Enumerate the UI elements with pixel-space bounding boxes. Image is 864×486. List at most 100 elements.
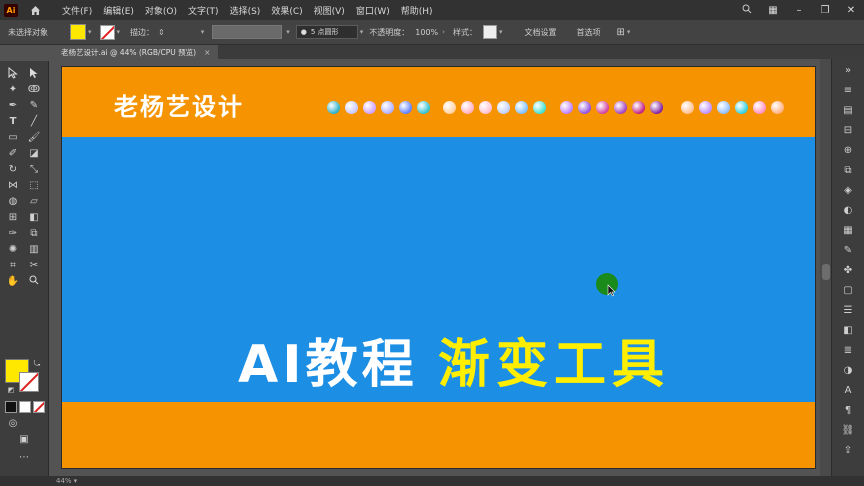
more-tools-icon[interactable]: ⋯ [17,451,31,465]
tools-panel: ✦ ↂ ✒ ✎ T ╱ ▭ 🖌 ✐ ◪ ↻ ⤡ ⋈ ⬚ ◍ ▱ ⊞ ◧ ✑ ⧉ … [0,61,49,476]
perspective-grid-icon[interactable]: ▱ [27,195,41,209]
restore-icon[interactable]: ❐ [812,5,838,16]
swap-colors-icon[interactable]: ⤿ [30,357,44,371]
chevron-down-icon[interactable]: ▾ [117,28,121,36]
type-tool-icon[interactable]: T [6,115,20,129]
scale-tool-icon[interactable]: ⤡ [27,163,41,177]
fill-swatch[interactable] [70,24,86,40]
line-tool-icon[interactable]: ╱ [27,115,41,129]
menu-file[interactable]: 文件(F) [62,4,92,17]
gradient-dot [735,101,748,114]
magic-wand-icon[interactable]: ✦ [6,83,20,97]
pen-tool-icon[interactable]: ✒ [6,99,20,113]
brushes-icon[interactable]: ✎ [841,245,855,257]
menu-select[interactable]: 选择(S) [230,4,261,17]
menu-view[interactable]: 视图(V) [314,4,345,17]
stroke-swatch[interactable] [99,24,115,40]
none-mode-icon[interactable] [33,401,45,413]
chevron-right-icon[interactable]: › [442,28,445,36]
graphic-styles-icon[interactable]: ▢ [841,285,855,297]
zoom-tool-icon[interactable] [27,275,41,289]
menu-effect[interactable]: 效果(C) [271,4,302,17]
chevron-down-icon[interactable]: ▾ [286,28,290,36]
pathfinder-icon[interactable]: ⧉ [841,165,855,177]
libraries-icon[interactable]: ▤ [841,105,855,117]
search-icon[interactable] [734,4,760,17]
arrange-documents-icon[interactable]: ⊞ [616,27,624,38]
menu-window[interactable]: 窗口(W) [356,4,390,17]
default-colors-icon[interactable]: ◩ [4,383,18,397]
app-logo: Ai [4,3,18,17]
properties-icon[interactable]: ≡ [841,85,855,97]
scrollbar-thumb[interactable] [822,264,830,280]
transparency-icon[interactable]: ◑ [841,365,855,377]
chevron-down-icon[interactable]: ▾ [201,28,205,36]
shaper-tool-icon[interactable]: ✐ [6,147,20,161]
stroke-color-swatch[interactable] [19,372,39,392]
close-tab-icon[interactable]: × [204,48,210,57]
character-icon[interactable]: A [841,385,855,397]
rectangle-tool-icon[interactable]: ▭ [6,131,20,145]
free-transform-icon[interactable]: ⬚ [27,179,41,193]
document-tab[interactable]: 老杨艺设计.ai @ 44% (RGB/CPU 预览) × [53,45,219,59]
selection-tool-icon[interactable] [6,66,20,81]
gradient-mode-icon[interactable] [19,401,31,413]
gradient-tool-icon[interactable]: ◧ [27,211,41,225]
asset-export-icon[interactable]: ⇪ [841,445,855,457]
symbol-sprayer-icon[interactable]: ✺ [6,243,20,257]
stroke-panel-icon[interactable]: ≣ [841,345,855,357]
chevron-down-icon[interactable]: ▾ [627,28,631,36]
style-swatch[interactable] [482,25,497,39]
chevron-down-icon[interactable]: ▾ [499,28,503,36]
eraser-tool-icon[interactable]: ◪ [27,147,41,161]
screen-mode-icon[interactable]: ▣ [17,433,31,447]
blend-tool-icon[interactable]: ⧉ [27,227,41,241]
hand-tool-icon[interactable]: ✋ [6,275,20,289]
chevron-down-icon[interactable]: ▾ [74,477,78,485]
chevron-down-icon[interactable]: ▾ [88,28,92,36]
minimize-icon[interactable]: – [786,5,812,16]
menu-object[interactable]: 对象(O) [145,4,177,17]
layers-icon[interactable]: ◈ [841,185,855,197]
menu-help[interactable]: 帮助(H) [401,4,433,17]
rotate-tool-icon[interactable]: ↻ [6,163,20,177]
graph-tool-icon[interactable]: ▥ [27,243,41,257]
curvature-tool-icon[interactable]: ✎ [27,99,41,113]
draw-mode-icon[interactable]: ◎ [6,417,20,431]
chevron-down-icon[interactable]: ▾ [360,28,364,36]
preferences-button[interactable]: 首选项 [576,27,600,38]
paragraph-icon[interactable]: ¶ [841,405,855,417]
mesh-tool-icon[interactable]: ⊞ [6,211,20,225]
close-icon[interactable]: ✕ [838,5,864,16]
slice-tool-icon[interactable]: ✂ [27,259,41,273]
direct-selection-tool-icon[interactable] [27,67,41,81]
lasso-icon[interactable]: ↂ [27,83,41,97]
arrange-icon[interactable]: ▦ [760,5,786,16]
width-tool-icon[interactable]: ⋈ [6,179,20,193]
opacity-value[interactable]: 100% [415,28,438,37]
transform-icon[interactable]: ⊕ [841,145,855,157]
stroke-stepper[interactable]: ⇕ [158,28,165,37]
home-icon[interactable] [30,4,42,16]
gradient-dot [461,101,474,114]
brush-definition[interactable]: ● 5 点圆形 [295,25,358,39]
variable-width-profile[interactable] [212,25,283,39]
paintbrush-icon[interactable]: 🖌 [27,131,41,145]
appearance-icon[interactable]: ☰ [841,305,855,317]
eyedropper-icon[interactable]: ✑ [6,227,20,241]
shape-builder-icon[interactable]: ◍ [6,195,20,209]
swatches-icon[interactable]: ▦ [841,225,855,237]
gradient-panel-icon[interactable]: ◧ [841,325,855,337]
color-icon[interactable]: ◐ [841,205,855,217]
document-setup-button[interactable]: 文档设置 [524,27,556,38]
align-icon[interactable]: ⊟ [841,125,855,137]
symbols-icon[interactable]: ✤ [841,265,855,277]
color-mode-icon[interactable] [5,401,17,413]
links-icon[interactable]: ⛓ [841,425,855,437]
artboard-tool-icon[interactable]: ⌗ [6,259,20,273]
menu-edit[interactable]: 编辑(E) [103,4,134,17]
zoom-level[interactable]: 44% [56,477,72,485]
menu-type[interactable]: 文字(T) [188,4,219,17]
artboard[interactable]: 老杨艺设计 AI教程 渐变工具 [61,66,816,469]
collapse-panels-icon[interactable]: » [841,65,855,77]
